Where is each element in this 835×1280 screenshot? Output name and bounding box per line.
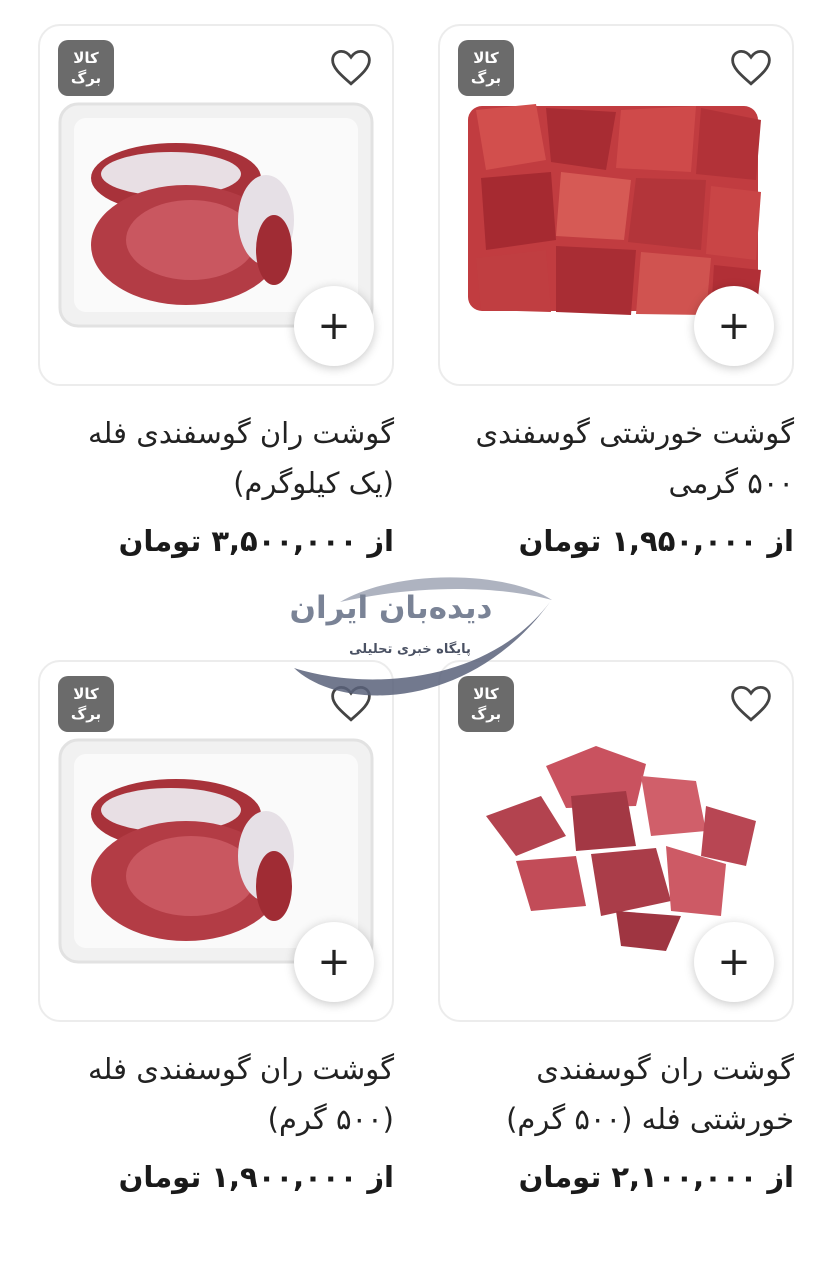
- watermark-tagline: پایگاه خبری تحلیلی: [349, 642, 471, 657]
- watermark-name: دیده‌بان ایران: [289, 590, 493, 626]
- product-title-line1: گوشت ران گوسفندی: [536, 1052, 794, 1086]
- product-title[interactable]: گوشت ران گوسفندی خورشتی فله (۵۰۰ گرم): [438, 1044, 794, 1144]
- brand-badge: کالا برگ: [58, 676, 114, 732]
- product-title-line1: گوشت ران گوسفندی فله: [87, 1052, 394, 1086]
- heart-icon[interactable]: [730, 48, 772, 88]
- product-title[interactable]: گوشت ران گوسفندی فله (یک کیلوگرم): [38, 408, 394, 508]
- plus-icon: +: [317, 303, 351, 349]
- add-to-cart-button[interactable]: +: [694, 922, 774, 1002]
- add-to-cart-button[interactable]: +: [294, 922, 374, 1002]
- product-card-4[interactable]: کالا برگ +: [38, 660, 394, 1022]
- product-title-line2: (یک کیلوگرم): [233, 466, 394, 500]
- product-price: از ۱,۹۵۰,۰۰۰ تومان: [518, 524, 794, 558]
- product-title[interactable]: گوشت ران گوسفندی فله (۵۰۰ گرم): [38, 1044, 394, 1144]
- product-price: از ۱,۹۰۰,۰۰۰ تومان: [118, 1160, 394, 1194]
- product-title-line2: (۵۰۰ گرم): [267, 1102, 394, 1136]
- brand-badge: کالا برگ: [458, 40, 514, 96]
- product-title-line1: گوشت خورشتی گوسفندی: [475, 416, 794, 450]
- product-price: از ۲,۱۰۰,۰۰۰ تومان: [518, 1160, 794, 1194]
- plus-icon: +: [717, 939, 751, 985]
- plus-icon: +: [717, 303, 751, 349]
- product-card-2[interactable]: کالا برگ +: [38, 24, 394, 386]
- product-card-1[interactable]: کالا برگ +: [438, 24, 794, 386]
- heart-icon[interactable]: [730, 684, 772, 724]
- product-title-line1: گوشت ران گوسفندی فله: [87, 416, 394, 450]
- product-price: از ۳,۵۰۰,۰۰۰ تومان: [118, 524, 394, 558]
- product-title-line2: ۵۰۰ گرمی: [668, 466, 794, 500]
- watermark-logo: دیده‌بان ایران پایگاه خبری تحلیلی: [280, 572, 560, 712]
- heart-icon[interactable]: [330, 48, 372, 88]
- product-card-3[interactable]: کالا برگ +: [438, 660, 794, 1022]
- product-title-line2: خورشتی فله (۵۰۰ گرم): [506, 1102, 794, 1136]
- add-to-cart-button[interactable]: +: [694, 286, 774, 366]
- add-to-cart-button[interactable]: +: [294, 286, 374, 366]
- brand-badge: کالا برگ: [58, 40, 114, 96]
- product-title[interactable]: گوشت خورشتی گوسفندی ۵۰۰ گرمی: [438, 408, 794, 508]
- plus-icon: +: [317, 939, 351, 985]
